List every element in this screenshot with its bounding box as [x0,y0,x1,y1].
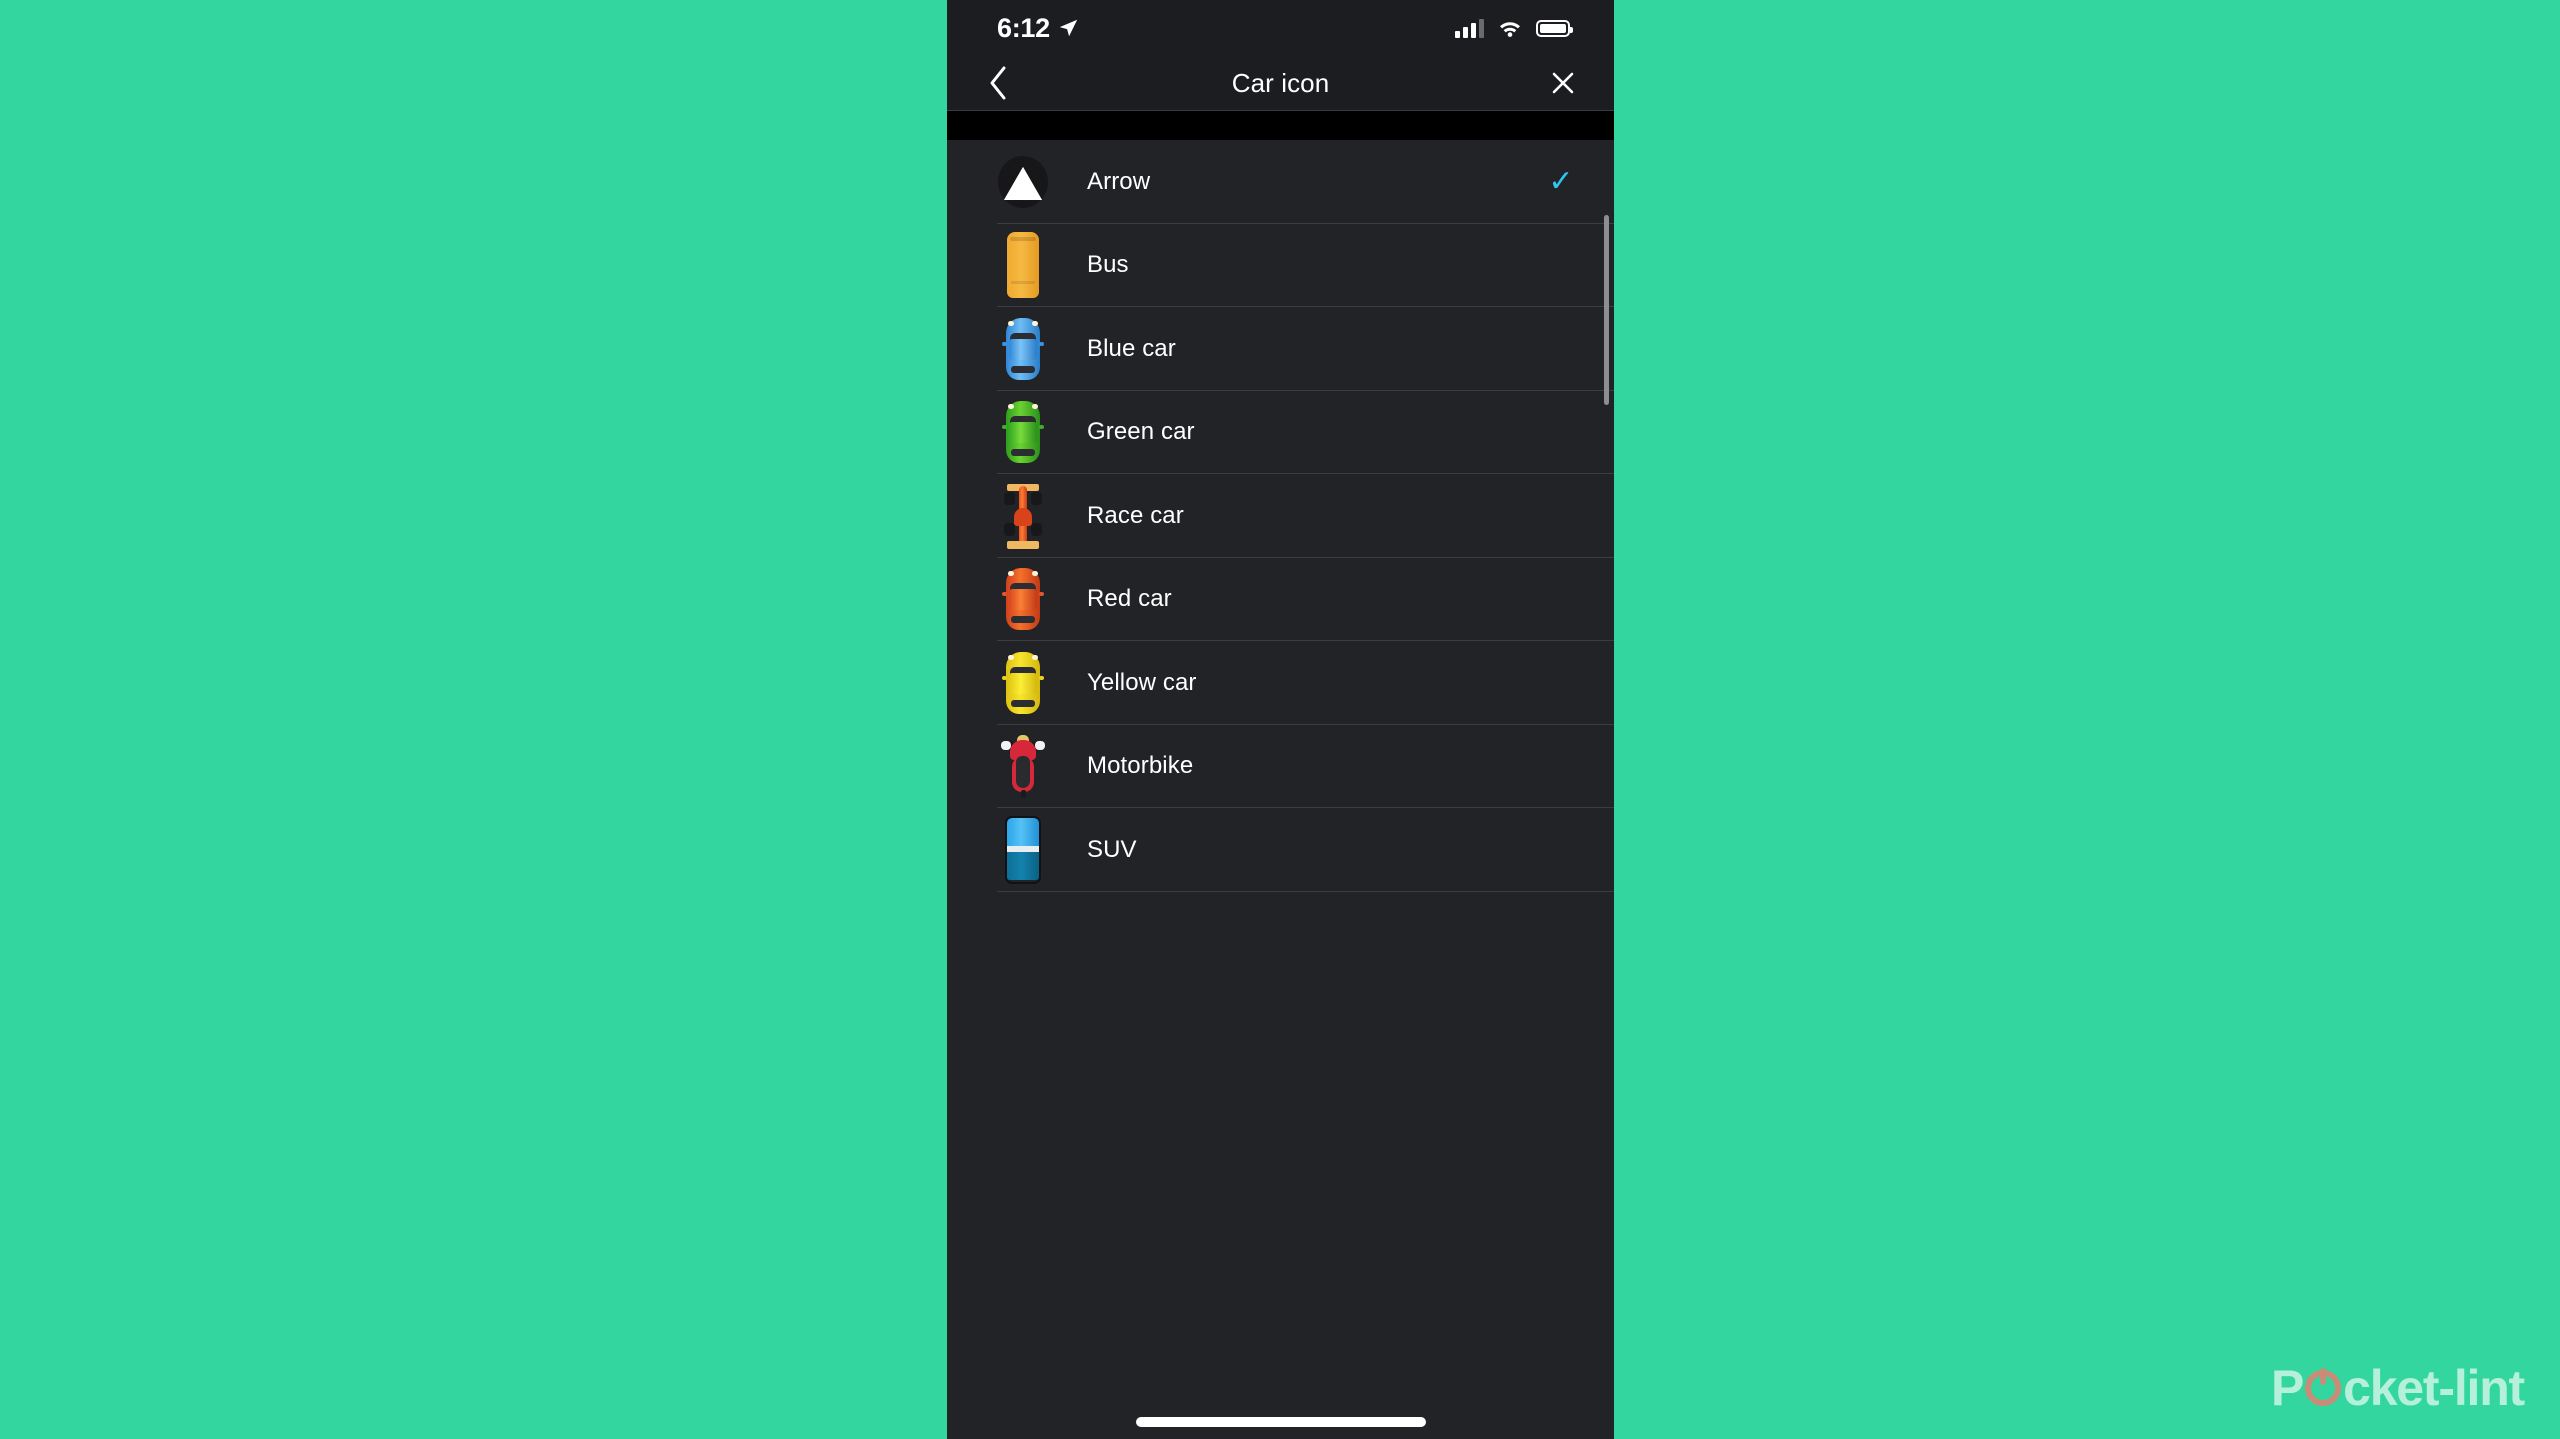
motorbike-icon [997,735,1049,799]
status-bar-left: 6:12 [997,13,1079,44]
list-item[interactable]: Yellow car [947,641,1614,725]
list-item-label: Bus [1087,251,1129,279]
list-item[interactable]: Red car [947,557,1614,641]
list-item-label: Yellow car [1087,668,1197,696]
suv-icon [997,815,1049,884]
list-item-label: Arrow [1087,167,1151,195]
page-title: Car icon [1231,67,1330,98]
list-item[interactable]: Blue car [947,307,1614,391]
list-item[interactable]: Green car [947,390,1614,474]
race-car-icon [997,483,1049,549]
list-item[interactable]: Arrow ✓ [947,140,1614,224]
status-bar-right [1455,18,1573,38]
list-item-label: Green car [1087,418,1195,446]
list-item[interactable]: Motorbike [947,724,1614,808]
list-item-label: Motorbike [1087,752,1194,780]
list-item-label: Blue car [1087,334,1176,362]
scrollbar-thumb[interactable] [1604,215,1609,405]
chevron-left-icon [990,66,1006,100]
location-arrow-icon [1059,19,1078,37]
blue-car-icon [997,317,1049,380]
black-divider-strip [947,110,1614,140]
list-item[interactable]: SUV [947,808,1614,892]
back-button[interactable] [975,60,1021,106]
yellow-car-icon [997,651,1049,714]
status-bar: 6:12 [947,0,1614,56]
nav-header: Car icon [947,56,1614,110]
pocketlint-watermark: P cket-lint [2270,1359,2525,1417]
list-item-label: Red car [1087,585,1172,613]
battery-full-icon [1536,19,1573,37]
red-car-icon [997,568,1049,631]
cellular-signal-icon [1455,18,1484,38]
bus-icon [997,232,1049,299]
selected-check-icon: ✓ [1548,164,1574,198]
watermark-text-after: cket-lint [2343,1360,2525,1416]
power-icon [2305,1370,2342,1406]
phone-screen: 6:12 Car icon Arrow ✓ Bus Blue car Green… [947,0,1614,1439]
home-indicator[interactable] [1135,1417,1426,1427]
list-item[interactable]: Race car [947,474,1614,558]
list-item[interactable]: Bus [947,223,1614,307]
green-car-icon [997,401,1049,464]
list-item-label: SUV [1087,835,1137,863]
wifi-icon [1500,22,1520,37]
car-icon-list: Arrow ✓ Bus Blue car Green car Race car … [947,140,1614,1439]
close-button[interactable] [1540,60,1586,106]
close-x-icon [1552,72,1574,94]
list-item-label: Race car [1087,501,1184,529]
watermark-text-before: P [2270,1360,2304,1416]
arrow-marker-icon [997,151,1049,213]
status-bar-time: 6:12 [997,12,1050,43]
